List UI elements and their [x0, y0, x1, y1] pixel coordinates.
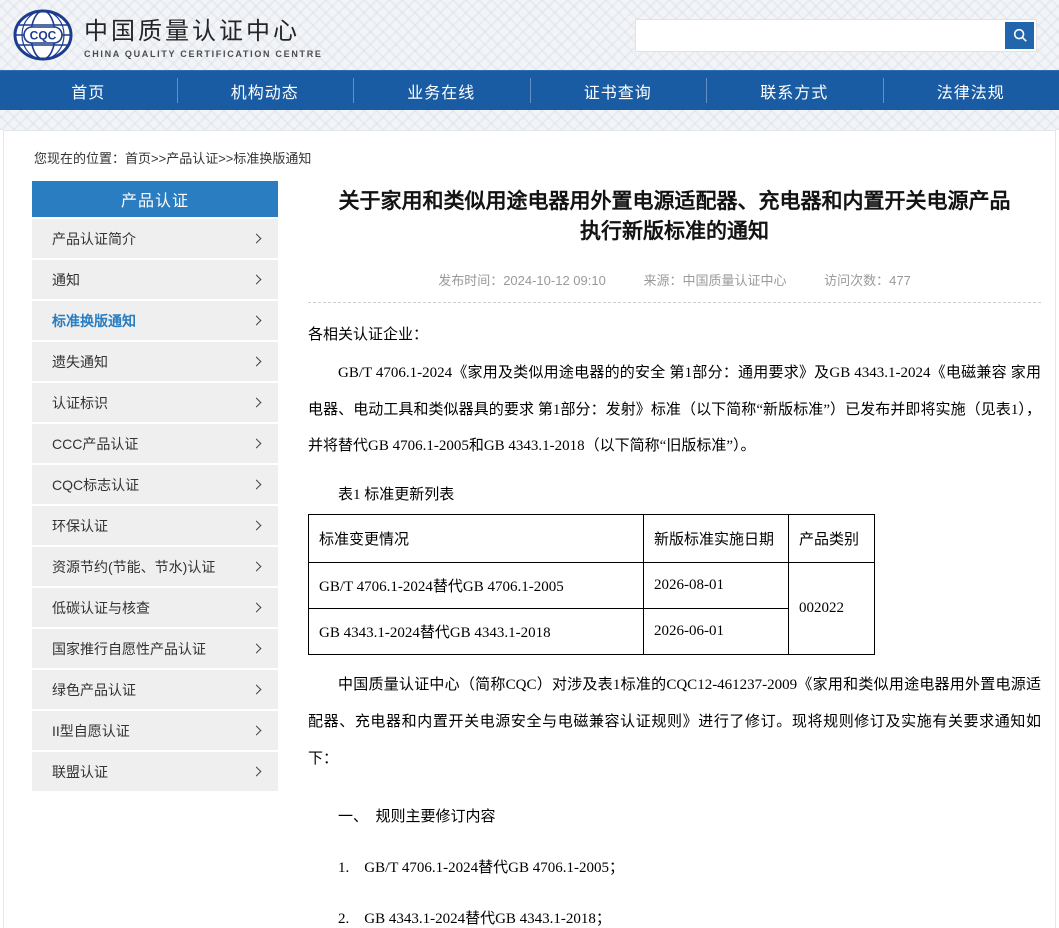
- list-item-2: 2. GB 4343.1-2024替代GB 4343.1-2018；: [308, 907, 1041, 928]
- col-header-date: 新版标准实施日期: [644, 515, 789, 563]
- sidebar-item-resource-saving[interactable]: 资源节约(节能、节水)认证: [32, 547, 278, 586]
- article-title: 关于家用和类似用途电器用外置电源适配器、充电器和内置开关电源产品执行新版标准的通…: [338, 187, 1011, 248]
- sidebar-item-cqc-mark[interactable]: CQC标志认证: [32, 465, 278, 504]
- chevron-right-icon: [252, 316, 262, 326]
- sidebar-item-loss-notice[interactable]: 遗失通知: [32, 342, 278, 381]
- nav-item-home[interactable]: 首页: [0, 71, 177, 110]
- logo-name-cn: 中国质量认证中心: [84, 11, 323, 46]
- nav-item-online[interactable]: 业务在线: [353, 71, 530, 110]
- sidebar-item-notice[interactable]: 通知: [32, 260, 278, 299]
- chevron-right-icon: [252, 357, 262, 367]
- nav-item-contact[interactable]: 联系方式: [706, 71, 883, 110]
- sidebar-item-alliance[interactable]: 联盟认证: [32, 752, 278, 791]
- sidebar: 产品认证 产品认证简介 通知 标准换版通知 遗失通知 认证标识 CCC产品认证 …: [32, 181, 278, 791]
- breadcrumb: 您现在的位置：首页>>产品认证>>标准换版通知: [34, 148, 1047, 167]
- cell-change-2: GB 4343.1-2024替代GB 4343.1-2018: [309, 609, 644, 655]
- salutation: 各相关认证企业：: [308, 323, 1041, 347]
- article-body: 各相关认证企业： GB/T 4706.1-2024《家用及类似用途电器的的安全 …: [308, 323, 1041, 928]
- section-heading: 一、 规则主要修订内容: [308, 805, 1041, 826]
- search-button[interactable]: [1005, 22, 1034, 49]
- content-panel: 您现在的位置：首页>>产品认证>>标准换版通知 产品认证 产品认证简介 通知 标…: [3, 130, 1056, 928]
- standards-update-table: 标准变更情况 新版标准实施日期 产品类别 GB/T 4706.1-2024替代G…: [308, 514, 875, 655]
- search-input[interactable]: [636, 20, 1005, 51]
- sidebar-item-ccc[interactable]: CCC产品认证: [32, 424, 278, 463]
- col-header-change: 标准变更情况: [309, 515, 644, 563]
- site-header: CQC 中国质量认证中心 CHINA QUALITY CERTIFICATION…: [0, 0, 1059, 70]
- cell-date-1: 2026-08-01: [644, 563, 789, 609]
- sidebar-item-eco[interactable]: 环保认证: [32, 506, 278, 545]
- cell-change-1: GB/T 4706.1-2024替代GB 4706.1-2005: [309, 563, 644, 609]
- article-meta: 发布时间：2024-10-12 09:10 来源：中国质量认证中心 访问次数：4…: [308, 270, 1041, 303]
- chevron-right-icon: [252, 562, 262, 572]
- chevron-right-icon: [252, 439, 262, 449]
- chevron-right-icon: [252, 275, 262, 285]
- publish-time: 发布时间：2024-10-12 09:10: [438, 273, 606, 288]
- nav-item-cert-query[interactable]: 证书查询: [530, 71, 707, 110]
- logo-name-en: CHINA QUALITY CERTIFICATION CENTRE: [84, 49, 323, 59]
- cell-date-2: 2026-06-01: [644, 609, 789, 655]
- sidebar-item-intro[interactable]: 产品认证简介: [32, 219, 278, 258]
- chevron-right-icon: [252, 480, 262, 490]
- paragraph-standards: GB/T 4706.1-2024《家用及类似用途电器的的安全 第1部分：通用要求…: [308, 355, 1041, 465]
- chevron-right-icon: [252, 234, 262, 244]
- sidebar-item-standard-change-notice[interactable]: 标准换版通知: [32, 301, 278, 340]
- sidebar-title: 产品认证: [32, 181, 278, 217]
- col-header-category: 产品类别: [789, 515, 875, 563]
- nav-item-news[interactable]: 机构动态: [177, 71, 354, 110]
- search-icon: [1012, 27, 1028, 43]
- chevron-right-icon: [252, 521, 262, 531]
- breadcrumb-path[interactable]: 首页>>产品认证>>标准换版通知: [125, 151, 311, 166]
- source: 来源：中国质量认证中心: [643, 273, 786, 288]
- visit-count: 访问次数：477: [824, 273, 911, 288]
- chevron-right-icon: [252, 644, 262, 654]
- sidebar-item-type2-voluntary[interactable]: II型自愿认证: [32, 711, 278, 750]
- article: 关于家用和类似用途电器用外置电源适配器、充电器和内置开关电源产品执行新版标准的通…: [308, 181, 1041, 928]
- table-caption: 表1 标准更新列表: [308, 483, 1041, 504]
- cqc-globe-icon: CQC: [12, 8, 74, 62]
- svg-text:CQC: CQC: [30, 29, 57, 43]
- divider-band: [0, 110, 1059, 130]
- sidebar-item-low-carbon[interactable]: 低碳认证与核查: [32, 588, 278, 627]
- chevron-right-icon: [252, 603, 262, 613]
- sidebar-item-cert-mark[interactable]: 认证标识: [32, 383, 278, 422]
- cell-category: 002022: [789, 563, 875, 655]
- table-header-row: 标准变更情况 新版标准实施日期 产品类别: [309, 515, 875, 563]
- breadcrumb-label: 您现在的位置：: [34, 151, 125, 166]
- search-bar: [635, 19, 1037, 52]
- main-nav: 首页 机构动态 业务在线 证书查询 联系方式 法律法规: [0, 70, 1059, 110]
- chevron-right-icon: [252, 398, 262, 408]
- site-logo[interactable]: CQC 中国质量认证中心 CHINA QUALITY CERTIFICATION…: [12, 8, 323, 62]
- nav-item-laws[interactable]: 法律法规: [883, 71, 1059, 110]
- chevron-right-icon: [252, 726, 262, 736]
- paragraph-revision: 中国质量认证中心（简称CQC）对涉及表1标准的CQC12-461237-2009…: [308, 667, 1041, 777]
- sidebar-item-national-voluntary[interactable]: 国家推行自愿性产品认证: [32, 629, 278, 668]
- chevron-right-icon: [252, 685, 262, 695]
- chevron-right-icon: [252, 767, 262, 777]
- sidebar-item-green-product[interactable]: 绿色产品认证: [32, 670, 278, 709]
- list-item-1: 1. GB/T 4706.1-2024替代GB 4706.1-2005；: [308, 856, 1041, 877]
- table-row: GB/T 4706.1-2024替代GB 4706.1-2005 2026-08…: [309, 563, 875, 609]
